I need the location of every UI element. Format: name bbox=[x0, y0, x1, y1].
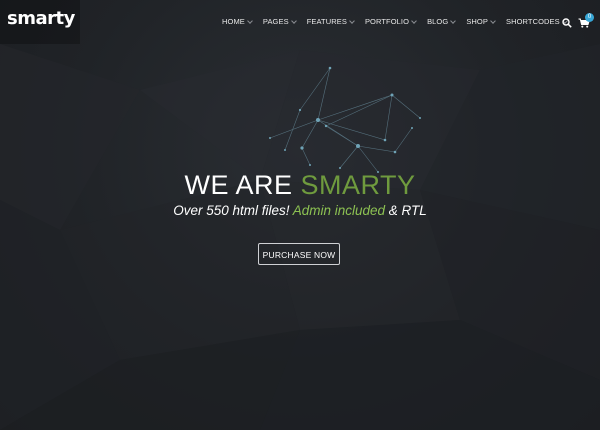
nav-item-label: SHORTCODES bbox=[505, 17, 560, 26]
nav-item-shortcodes[interactable]: SHORTCODES bbox=[505, 17, 568, 26]
chevron-down-icon bbox=[247, 17, 253, 24]
hero-subtitle-prefix: Over 550 html files! bbox=[173, 203, 293, 218]
nav-item-pages[interactable]: PAGES bbox=[262, 17, 297, 26]
search-icon[interactable] bbox=[562, 18, 572, 28]
page: smarty HOME PAGES FEATURES PORTFOLIO BLO… bbox=[0, 0, 600, 430]
chevron-down-icon bbox=[450, 17, 457, 24]
cart-count-badge[interactable]: 0 bbox=[585, 13, 594, 22]
hero-subtitle-suffix: & RTL bbox=[385, 203, 427, 218]
chevron-down-icon bbox=[290, 17, 297, 24]
nav-item-shop[interactable]: SHOP bbox=[466, 17, 496, 26]
nav-item-features[interactable]: FEATURES bbox=[306, 17, 355, 26]
site-header: smarty HOME PAGES FEATURES PORTFOLIO BLO… bbox=[0, 0, 600, 44]
nav-item-portfolio[interactable]: PORTFOLIO bbox=[364, 17, 417, 26]
nav-item-label: SHOP bbox=[466, 17, 488, 26]
main-nav: HOME PAGES FEATURES PORTFOLIO BLOG SHOP bbox=[222, 17, 578, 26]
chevron-down-icon bbox=[490, 17, 496, 24]
nav-item-label: BLOG bbox=[427, 17, 449, 26]
hero-title-prefix: WE ARE bbox=[184, 170, 301, 200]
hero-title-accent: SMARTY bbox=[300, 170, 416, 200]
nav-item-label: HOME bbox=[222, 17, 245, 26]
nav-item-label: PORTFOLIO bbox=[364, 17, 410, 26]
hero-subtitle-accent: Admin included bbox=[292, 203, 386, 218]
hero-title: WE ARE SMARTY bbox=[0, 170, 600, 201]
nav-item-label: PAGES bbox=[262, 17, 289, 26]
chevron-down-icon bbox=[349, 17, 355, 24]
logo-container[interactable]: smarty bbox=[0, 0, 80, 44]
chevron-down-icon bbox=[411, 17, 417, 24]
nav-item-blog[interactable]: BLOG bbox=[427, 17, 457, 26]
hero-subtitle: Over 550 html files! Admin included & RT… bbox=[0, 203, 600, 218]
nav-item-home[interactable]: HOME bbox=[222, 17, 253, 26]
purchase-now-button[interactable]: PURCHASE NOW bbox=[258, 243, 340, 265]
logo[interactable]: smarty bbox=[7, 8, 75, 29]
nav-item-label: FEATURES bbox=[306, 17, 347, 26]
